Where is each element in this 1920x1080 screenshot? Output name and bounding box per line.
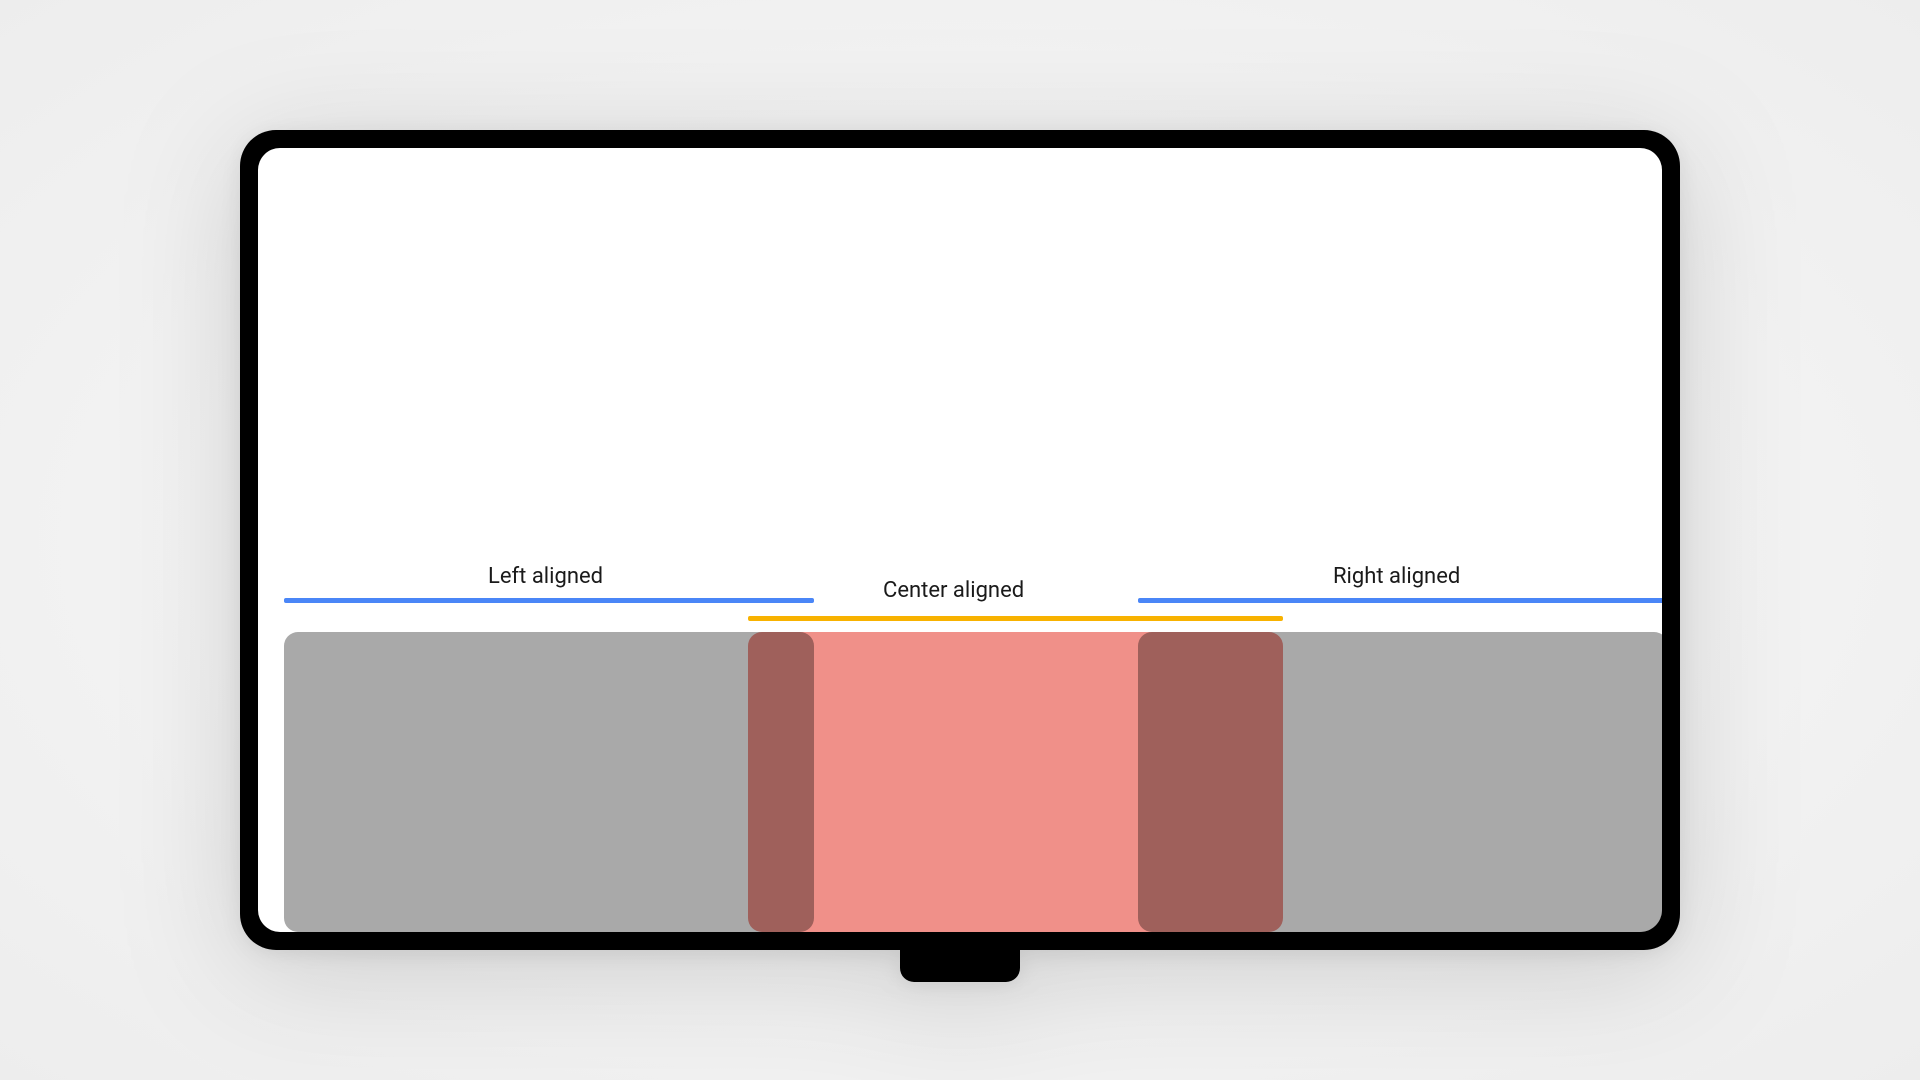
center-card [748,632,1283,932]
center-underline-bar [748,616,1283,621]
monitor-stand [900,942,1020,982]
right-underline-bar [1138,598,1662,603]
alignment-labels: Left aligned Center aligned Right aligne… [258,564,1662,594]
right-aligned-label: Right aligned [1333,564,1460,589]
monitor-illustration: Left aligned Center aligned Right aligne… [240,130,1680,950]
monitor-frame: Left aligned Center aligned Right aligne… [240,130,1680,950]
center-aligned-label: Center aligned [883,578,1024,603]
alignment-cards [258,632,1662,932]
left-aligned-label: Left aligned [488,564,603,589]
screen: Left aligned Center aligned Right aligne… [258,148,1662,932]
left-underline-bar [284,598,814,603]
left-card [284,632,814,932]
